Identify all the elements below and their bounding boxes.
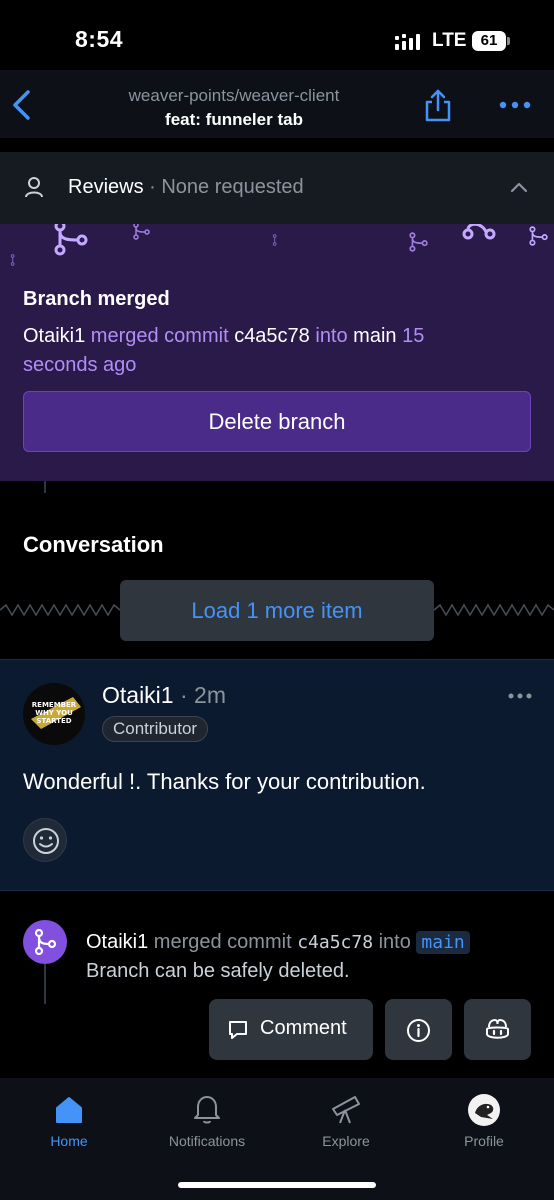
load-more-button[interactable]: Load 1 more item	[120, 580, 434, 641]
pr-title: feat: funneler tab	[165, 110, 303, 129]
reviews-status: · None requested	[149, 176, 304, 198]
person-icon	[25, 177, 43, 198]
timeline-connector	[44, 481, 46, 493]
merge-decoration-icon	[409, 232, 428, 252]
comment-button-label: Comment	[260, 1017, 347, 1039]
copilot-icon	[486, 1018, 509, 1039]
battery-cap	[507, 37, 510, 45]
chevron-up-icon[interactable]	[510, 181, 528, 193]
battery-indicator: 61	[472, 31, 506, 51]
copilot-button[interactable]	[464, 999, 531, 1060]
event-note: Branch can be safely deleted.	[86, 960, 350, 982]
repo-name: weaver-points/weaver-client	[128, 86, 340, 105]
contributor-badge: Contributor	[102, 716, 209, 742]
avatar[interactable]	[467, 1093, 501, 1127]
banner-title: Branch merged	[23, 288, 170, 310]
avatar-line-3: STARTED	[36, 717, 71, 725]
tab-explore[interactable]: Explore	[291, 1133, 401, 1149]
merge-decoration-icon	[272, 234, 277, 246]
home-indicator	[178, 1182, 376, 1188]
merge-decoration-icon	[54, 224, 88, 256]
comment-body: Wonderful !. Thanks for your contributio…	[23, 769, 426, 794]
merge-decoration-icon	[133, 224, 150, 240]
timeline-break	[0, 603, 120, 617]
avatar-line-2: WHY YOU	[35, 709, 73, 717]
smiley-icon	[33, 828, 59, 854]
bell-icon[interactable]	[192, 1093, 222, 1125]
timeline-connector	[44, 964, 46, 1004]
info-icon	[407, 1019, 430, 1042]
event-commit[interactable]: c4a5c78	[297, 932, 373, 953]
status-time: 8:54	[75, 26, 124, 52]
ellipsis-icon[interactable]	[498, 100, 532, 110]
merge-event-text: Otaiki1 merged commit c4a5c78 into main …	[86, 928, 536, 985]
home-icon[interactable]	[54, 1095, 84, 1125]
event-branch[interactable]: main	[416, 931, 470, 954]
comment-icon	[229, 1021, 247, 1039]
avatar-line-1: REMEMBER	[32, 701, 77, 709]
reviews-title: Reviews	[68, 176, 144, 198]
git-merge-icon	[34, 928, 57, 956]
delete-branch-button[interactable]: Delete branch	[23, 391, 531, 452]
merge-decoration-icon	[10, 254, 15, 266]
merge-decoration-icon	[462, 224, 496, 240]
add-reaction-button[interactable]	[23, 818, 67, 862]
tab-notifications[interactable]: Notifications	[152, 1133, 262, 1149]
reviews-label: Reviews · None requested	[68, 176, 304, 199]
ellipsis-icon[interactable]	[507, 692, 533, 700]
event-user[interactable]: Otaiki1	[86, 931, 148, 953]
share-icon[interactable]	[424, 88, 452, 122]
merge-decoration-icon	[529, 226, 548, 246]
avatar[interactable]: REMEMBER WHY YOU STARTED	[23, 683, 85, 745]
merge-user[interactable]: Otaiki1	[23, 325, 85, 347]
merge-event-icon	[23, 920, 67, 964]
comment-author: Otaiki1 · 2m	[102, 682, 226, 709]
merge-branch[interactable]: main	[353, 325, 396, 347]
event-into: into	[373, 931, 417, 953]
merge-verb: merged commit	[85, 325, 235, 347]
banner-description: Otaiki1 merged commit c4a5c78 into main …	[23, 322, 503, 380]
tab-profile[interactable]: Profile	[429, 1133, 539, 1149]
event-verb: merged commit	[148, 931, 298, 953]
merge-commit[interactable]: c4a5c78	[234, 325, 310, 347]
author-name[interactable]: Otaiki1	[102, 682, 174, 708]
conversation-heading: Conversation	[23, 532, 164, 557]
avatar-image: REMEMBER WHY YOU STARTED	[23, 683, 85, 745]
info-button[interactable]	[385, 999, 452, 1060]
signal-icon	[395, 34, 420, 50]
tab-home[interactable]: Home	[14, 1133, 124, 1149]
telescope-icon[interactable]	[329, 1093, 363, 1125]
network-type: LTE	[432, 30, 467, 51]
comment-time: · 2m	[173, 682, 226, 708]
timeline-break	[434, 603, 554, 617]
chevron-left-icon[interactable]	[10, 88, 34, 122]
merge-into: into	[309, 325, 354, 347]
